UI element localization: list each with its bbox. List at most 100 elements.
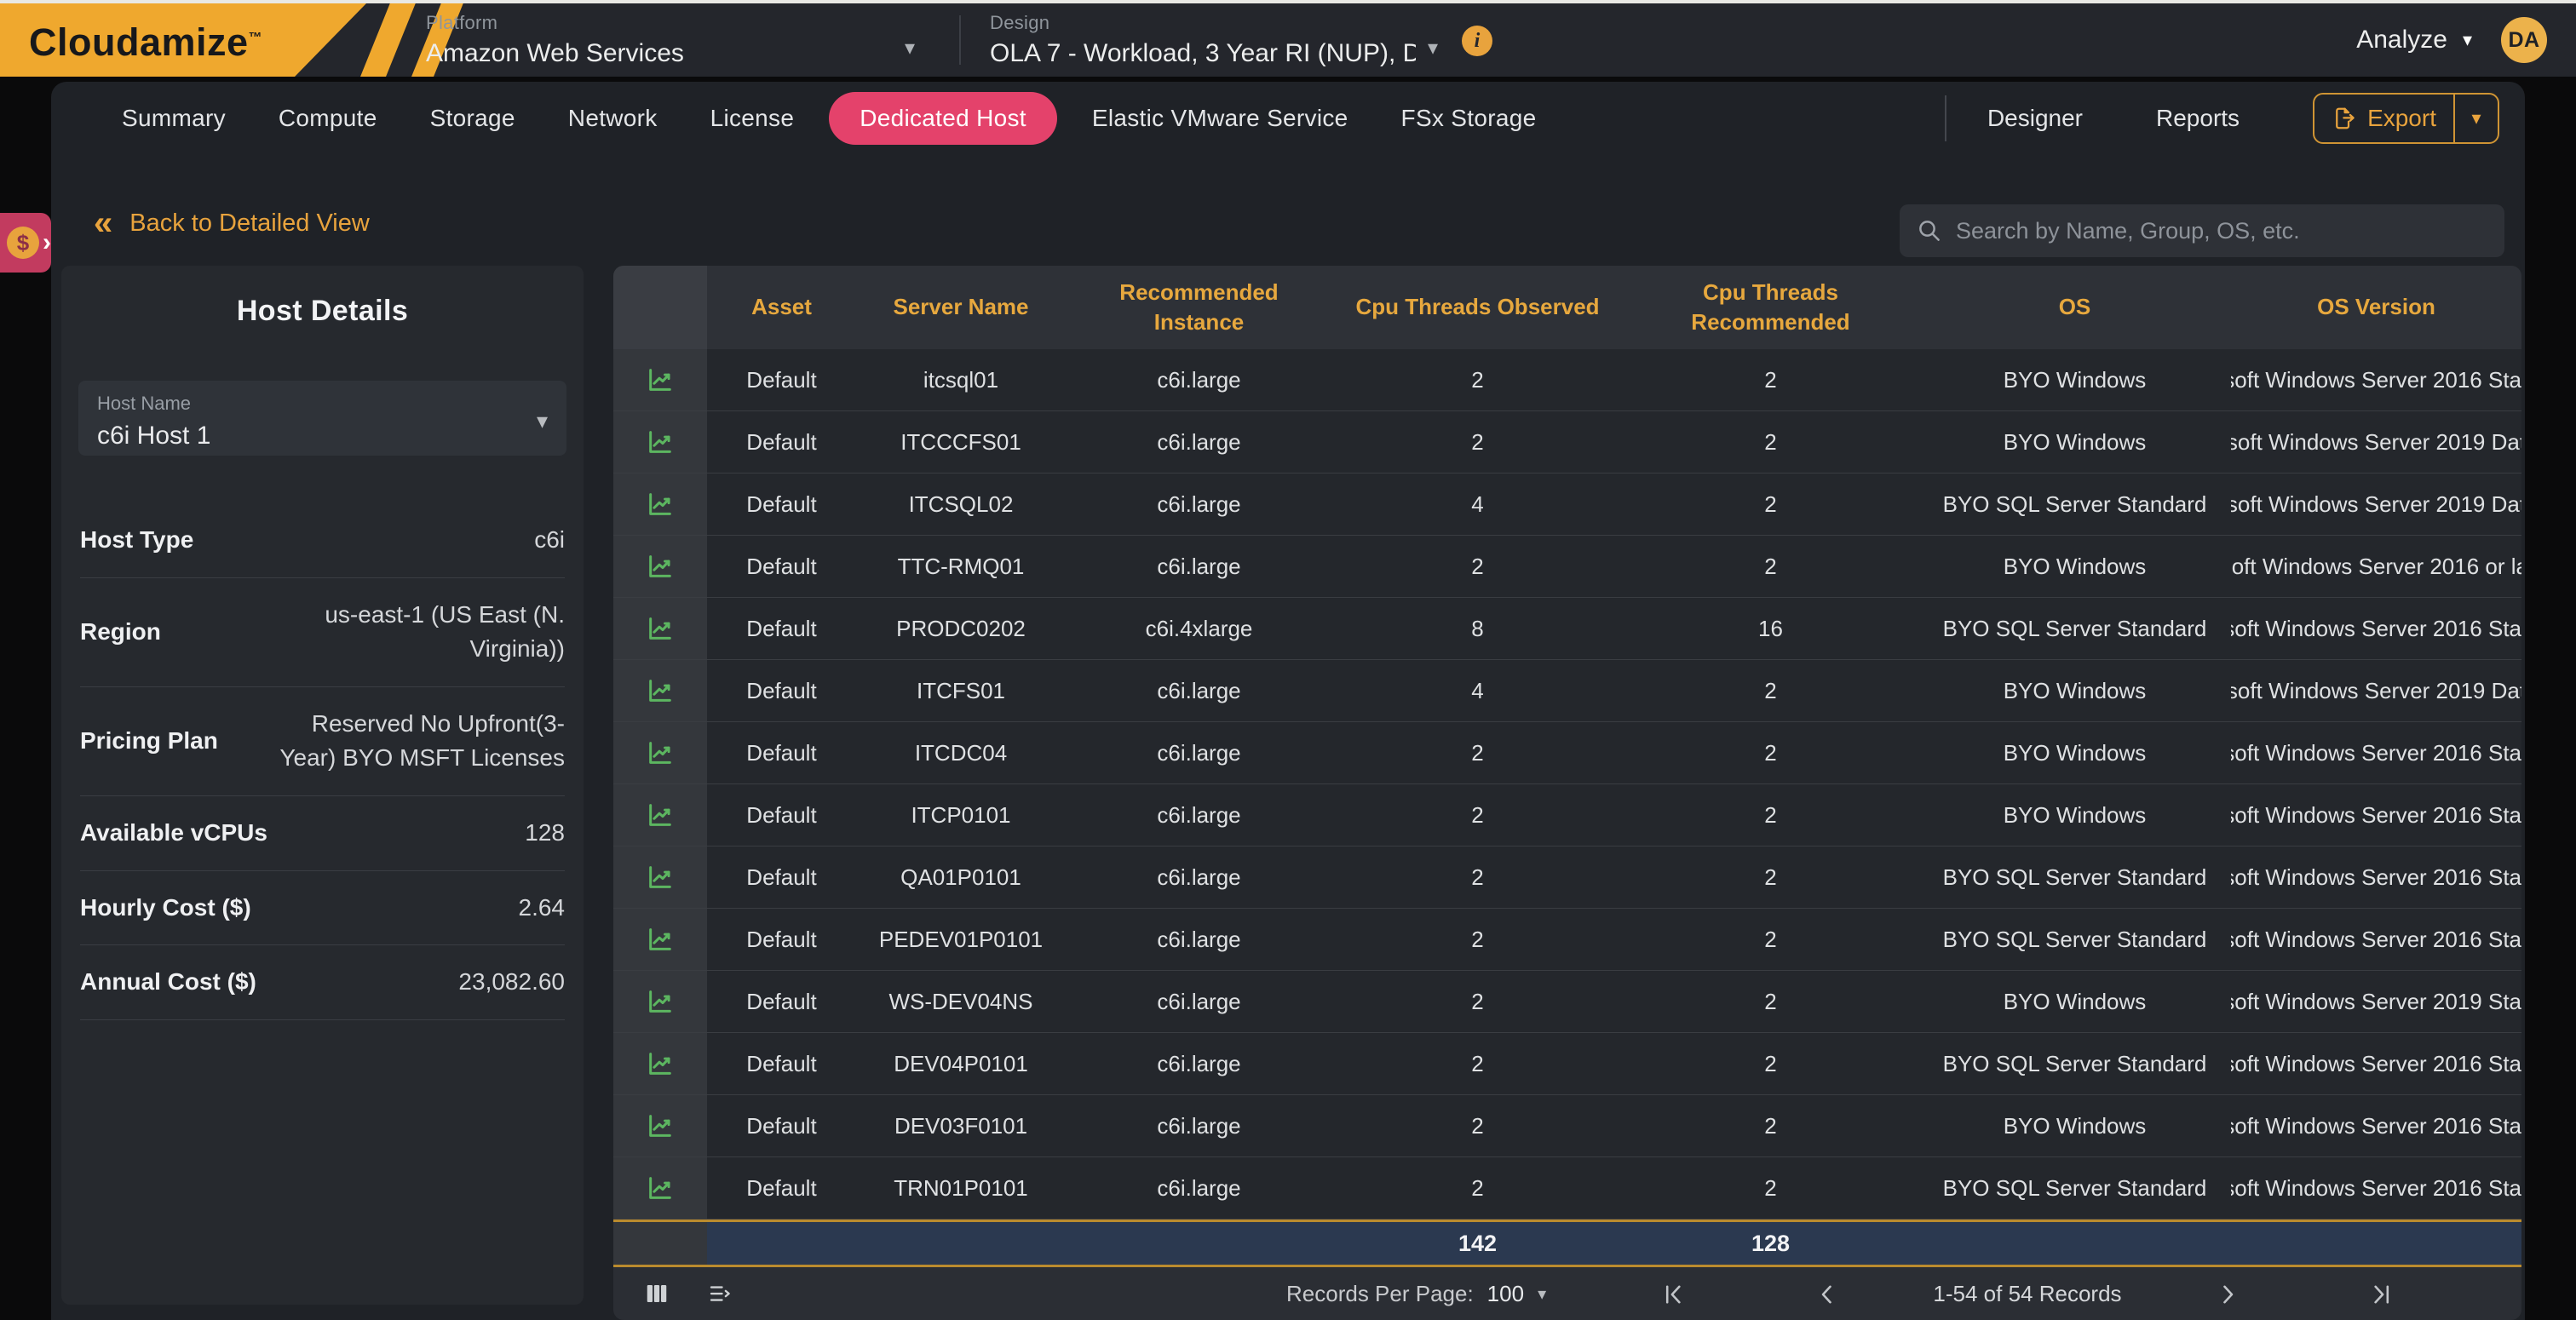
design-value: OLA 7 - Workload, 3 Year RI (NUP), Dedic…	[990, 39, 1416, 68]
cell-cpu-threads-recommended: 2	[1623, 909, 1918, 970]
cell-cpu-threads-observed: 4	[1332, 660, 1623, 721]
detail-label: Hourly Cost ($)	[80, 894, 251, 921]
nav-link-designer[interactable]: Designer	[1987, 105, 2083, 132]
table-row: DefaultITCP0101c6i.large22BYO WindowsMic…	[613, 784, 2521, 847]
platform-select[interactable]: Platform Amazon Web Services	[426, 12, 903, 68]
chevron-down-icon[interactable]: ▾	[905, 36, 915, 60]
table-row: DefaultTRN01P0101c6i.large22BYO SQL Serv…	[613, 1157, 2521, 1220]
dedicated-host-table: AssetServer NameRecommended InstanceCpu …	[613, 266, 2521, 1320]
table-body: Defaultitcsql01c6i.large22BYO WindowsMic…	[613, 349, 2521, 1220]
column-header-cpu-threads-observed[interactable]: Cpu Threads Observed	[1332, 266, 1623, 349]
chart-icon[interactable]	[613, 784, 707, 846]
search-input[interactable]	[1956, 218, 2487, 244]
column-header-server-name[interactable]: Server Name	[856, 266, 1066, 349]
chart-column-header	[613, 266, 707, 349]
chart-icon[interactable]	[613, 536, 707, 597]
chart-icon[interactable]	[613, 909, 707, 970]
cell-cpu-threads-observed: 2	[1332, 1095, 1623, 1156]
cell-recommended-instance: c6i.large	[1066, 473, 1332, 535]
nav-link-reports[interactable]: Reports	[2156, 105, 2240, 132]
avatar[interactable]: DA	[2501, 17, 2547, 63]
export-file-icon	[2332, 106, 2357, 131]
cell-cpu-threads-observed: 2	[1332, 784, 1623, 846]
design-select[interactable]: Design OLA 7 - Workload, 3 Year RI (NUP)…	[990, 12, 1416, 68]
chart-icon[interactable]	[613, 598, 707, 659]
cell-server-name: TTC-RMQ01	[856, 536, 1066, 597]
chart-icon[interactable]	[613, 660, 707, 721]
chart-icon[interactable]	[613, 473, 707, 535]
cell-asset: Default	[707, 722, 856, 783]
cell-server-name: ITCSQL02	[856, 473, 1066, 535]
host-detail-row-available-vcpus: Available vCPUs 128	[80, 796, 565, 871]
platform-label: Platform	[426, 12, 903, 34]
back-to-detailed-view-link[interactable]: « Back to Detailed View	[94, 209, 370, 238]
cell-os: BYO Windows	[1918, 1095, 2231, 1156]
first-page-icon[interactable]	[1659, 1280, 1688, 1309]
chart-icon[interactable]	[613, 411, 707, 473]
cell-cpu-threads-observed: 2	[1332, 349, 1623, 410]
cell-cpu-threads-observed: 2	[1332, 1033, 1623, 1094]
chart-icon[interactable]	[613, 847, 707, 908]
column-chooser-icon[interactable]	[644, 1281, 670, 1306]
host-detail-row-annual-cost: Annual Cost ($)23,082.60	[80, 945, 565, 1020]
tab-fsx-storage[interactable]: FSx Storage	[1375, 105, 1563, 132]
column-header-os-version[interactable]: OS Version	[2231, 266, 2521, 349]
next-page-icon[interactable]	[2213, 1280, 2242, 1309]
cell-recommended-instance: c6i.large	[1066, 349, 1332, 410]
table-row: DefaultITCFS01c6i.large42BYO WindowsMicr…	[613, 660, 2521, 722]
dollar-coin-icon: $	[7, 227, 39, 259]
chart-icon[interactable]	[613, 349, 707, 410]
cost-side-tab[interactable]: $ ›	[0, 213, 51, 273]
tab-license[interactable]: License	[684, 105, 821, 132]
cell-cpu-threads-recommended: 2	[1623, 722, 1918, 783]
chart-icon[interactable]	[613, 1033, 707, 1094]
chart-icon[interactable]	[613, 1157, 707, 1219]
list-arrow-icon[interactable]	[707, 1281, 733, 1306]
cell-recommended-instance: c6i.large	[1066, 411, 1332, 473]
chart-icon[interactable]	[613, 1095, 707, 1156]
analyze-label: Analyze	[2356, 26, 2447, 55]
cell-os-version: Microsoft Windows Server 2016 Standar...	[2231, 598, 2521, 659]
column-header-cpu-threads-recommended[interactable]: Cpu Threads Recommended	[1623, 266, 1918, 349]
chart-icon[interactable]	[613, 971, 707, 1032]
export-button[interactable]: Export ▾	[2313, 93, 2499, 144]
table-row: DefaultITCDC04c6i.large22BYO WindowsMicr…	[613, 722, 2521, 784]
column-header-asset[interactable]: Asset	[707, 266, 856, 349]
analyze-menu[interactable]: Analyze ▾	[2356, 26, 2472, 55]
chart-icon[interactable]	[613, 722, 707, 783]
column-header-recommended-instance[interactable]: Recommended Instance	[1066, 266, 1332, 349]
chevron-down-icon[interactable]: ▾	[1428, 36, 1438, 60]
tab-elastic-vmware-service[interactable]: Elastic VMware Service	[1066, 105, 1375, 132]
column-header-os[interactable]: OS	[1918, 266, 2231, 349]
totals-empty-cell	[1918, 1222, 2231, 1265]
last-page-icon[interactable]	[2366, 1280, 2395, 1309]
app-header: Cloudamize™ Platform Amazon Web Services…	[0, 3, 2576, 77]
tab-summary[interactable]: Summary	[95, 105, 252, 132]
cell-cpu-threads-recommended: 2	[1623, 1033, 1918, 1094]
detail-value: 128	[525, 816, 565, 851]
host-name-select[interactable]: Host Name c6i Host 1 ▾	[78, 381, 566, 456]
export-dropdown-caret[interactable]: ▾	[2453, 95, 2498, 142]
detail-label: Available vCPUs	[80, 819, 267, 847]
records-per-page[interactable]: Records Per Page: 100 ▾	[1286, 1267, 1546, 1320]
cell-os-version: Microsoft Windows Server 2016 Standar...	[2231, 784, 2521, 846]
cell-os-version: Microsoft Windows Server 2016 Standar...	[2231, 1033, 2521, 1094]
cell-os: BYO SQL Server Standard	[1918, 847, 2231, 908]
cell-asset: Default	[707, 473, 856, 535]
tab-storage[interactable]: Storage	[404, 105, 542, 132]
previous-page-icon[interactable]	[1813, 1280, 1842, 1309]
cell-asset: Default	[707, 1033, 856, 1094]
tab-compute[interactable]: Compute	[252, 105, 404, 132]
cell-server-name: ITCP0101	[856, 784, 1066, 846]
info-icon[interactable]: i	[1462, 26, 1492, 56]
tab-dedicated-host[interactable]: Dedicated Host	[829, 92, 1057, 145]
table-footer: Records Per Page: 100 ▾ 1-54 of 54 Recor…	[613, 1267, 2521, 1320]
cell-os: BYO Windows	[1918, 536, 2231, 597]
search-box	[1900, 204, 2504, 257]
cell-recommended-instance: c6i.large	[1066, 847, 1332, 908]
logo-text: Cloudamize™	[29, 20, 262, 65]
cell-os-version: Microsoft Windows Server 2019 Datace...	[2231, 473, 2521, 535]
cell-cpu-threads-observed: 8	[1332, 598, 1623, 659]
tab-network[interactable]: Network	[542, 105, 684, 132]
trademark-symbol: ™	[249, 31, 263, 45]
